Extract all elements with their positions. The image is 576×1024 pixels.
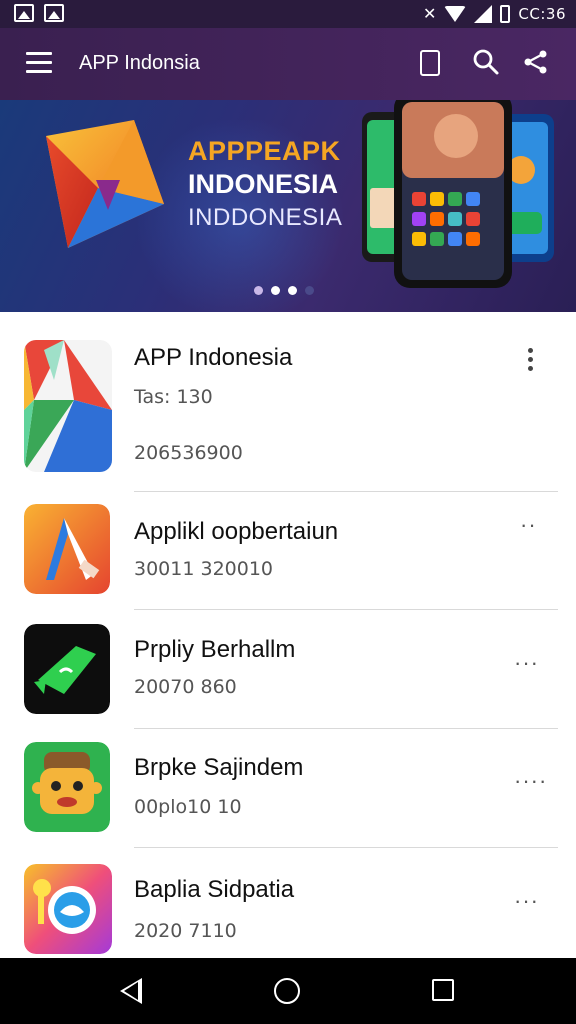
colorful-bird-icon (24, 864, 112, 954)
status-bar: ✕ CC:36 (0, 0, 576, 28)
banner-line-2: INDONESIA (188, 169, 339, 199)
image-notification-icon (44, 4, 64, 22)
app-meta: Tas: 130 (134, 386, 213, 408)
app-name: Applikl oopbertaiun (134, 518, 339, 545)
app-meta: 30011 320010 (134, 558, 274, 580)
battery-icon (500, 5, 511, 23)
app-name: Brpke Sajindem (134, 754, 304, 781)
back-icon[interactable] (120, 978, 142, 1004)
app-name: APP Indonesia (134, 344, 293, 371)
clock: CC:36 (518, 5, 566, 23)
overflow-menu-icon[interactable]: ··· (514, 888, 539, 914)
carousel-indicator[interactable] (254, 286, 314, 295)
carousel-dot[interactable] (254, 286, 263, 295)
nfc-icon: ✕ (423, 6, 437, 23)
list-item[interactable]: Brpke Sajindem 00plo10 10 ···· (0, 728, 576, 848)
banner-headline: APPPEAPK INDONESIA INDDONESIA (188, 136, 342, 232)
banner-line-1: APPPEAPK (188, 136, 341, 166)
overflow-menu-icon[interactable]: ···· (514, 768, 547, 794)
carousel-dot[interactable] (288, 286, 297, 295)
list-item[interactable]: Prpliy Berhallm 20070 860 ··· (0, 610, 576, 728)
app-meta: 00plo10 10 (134, 796, 242, 818)
signal-icon (474, 5, 493, 23)
app-logo-icon (46, 120, 164, 248)
phones-illustration (362, 100, 554, 288)
app-size: 206536900 (134, 442, 243, 464)
app-meta: 2020 7110 (134, 920, 237, 942)
game-character-icon (24, 742, 110, 832)
overflow-menu-icon[interactable] (528, 348, 536, 375)
overflow-menu-icon[interactable]: ·· (520, 512, 537, 538)
carousel-dot-active[interactable] (271, 286, 280, 295)
share-icon[interactable] (522, 48, 550, 76)
app-name: Baplia Sidpatia (134, 876, 295, 903)
gallery-notification-icon (14, 4, 34, 22)
menu-icon[interactable] (26, 52, 52, 74)
page-title: APP Indonsia (79, 52, 200, 74)
list-item[interactable]: Baplia Sidpatia 2020 7110 ··· (0, 848, 576, 958)
search-icon[interactable] (472, 48, 500, 76)
banner-line-3: INDDONESIA (188, 204, 343, 231)
home-icon[interactable] (274, 978, 300, 1004)
app-name: Prpliy Berhallm (134, 636, 296, 663)
promo-banner[interactable]: APPPEAPK INDONESIA INDDONESIA (0, 100, 576, 312)
recent-apps-icon[interactable] (432, 979, 454, 1001)
system-nav-bar (0, 958, 576, 1024)
app-bar: APP Indonsia (0, 28, 576, 100)
pen-tool-icon (24, 504, 110, 594)
app-list: APP Indonesia Tas: 130 206536900 Applikl… (0, 314, 576, 958)
triangle-logo-icon (24, 340, 112, 472)
wifi-icon (444, 6, 467, 22)
green-arrow-icon (24, 624, 110, 714)
overflow-menu-icon[interactable]: ··· (514, 650, 539, 676)
list-item[interactable]: APP Indonesia Tas: 130 206536900 (0, 314, 576, 492)
app-meta: 20070 860 (134, 676, 237, 698)
list-item[interactable]: Applikl oopbertaiun 30011 320010 ·· (0, 492, 576, 610)
carousel-dot[interactable] (305, 286, 314, 295)
tablet-icon[interactable] (420, 50, 440, 76)
